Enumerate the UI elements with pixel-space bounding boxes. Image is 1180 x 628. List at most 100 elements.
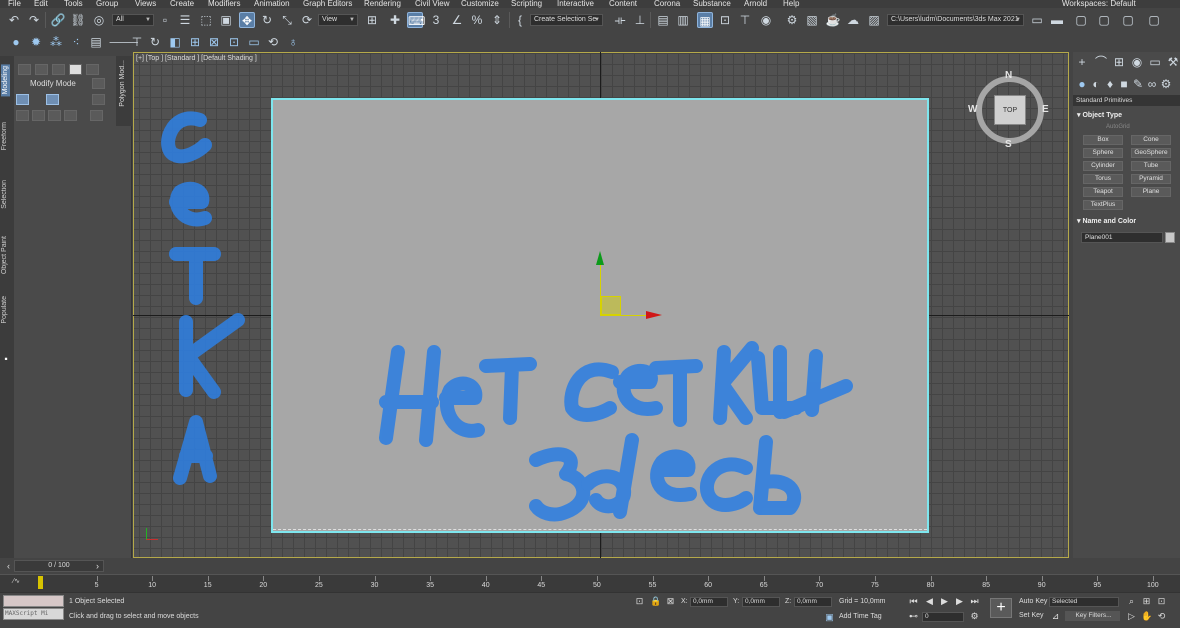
- track-bar-tick-label: 40: [481, 582, 490, 589]
- track-bar[interactable]: [0, 574, 1180, 592]
- textplus-button[interactable]: TextPlus: [1083, 200, 1123, 210]
- z-coord-label: Z:: [785, 598, 792, 605]
- play-icon[interactable]: ▶: [939, 596, 950, 607]
- x-coord-label: X:: [681, 598, 688, 605]
- absolute-mode-icon[interactable]: ⊠: [665, 596, 676, 607]
- track-bar-tick-label: 85: [982, 582, 990, 589]
- time-slider[interactable]: 0 / 100: [14, 560, 104, 572]
- add-time-tag[interactable]: Add Time Tag: [839, 613, 882, 620]
- handwriting-letter-e4: [650, 449, 697, 502]
- handwriting-letter-soft: [753, 435, 802, 515]
- pyramid-button[interactable]: Pyramid: [1131, 174, 1171, 184]
- plane-button[interactable]: Plane: [1131, 187, 1171, 197]
- pan-icon[interactable]: ✋: [1141, 611, 1152, 622]
- key-filters-icon[interactable]: ⊿: [1050, 611, 1061, 622]
- set-key-big-icon[interactable]: +: [990, 598, 1012, 618]
- go-to-start-icon[interactable]: ⏮: [908, 596, 919, 607]
- handwriting-letter-e2: [439, 376, 485, 438]
- auto-key-button[interactable]: Auto Key: [1019, 598, 1047, 605]
- track-bar-tick: [96, 576, 98, 581]
- torus-button[interactable]: Torus: [1083, 174, 1123, 184]
- key-mode-icon[interactable]: ⊷: [908, 611, 919, 622]
- time-slider-row: [0, 558, 1180, 574]
- command-panel-tabs: + ⌒ ⊞ ◉ ▭ ⚒: [1073, 54, 1180, 70]
- maxscript-mini-input[interactable]: MAXScript Mi: [3, 608, 64, 620]
- handwriting-letter-d: [581, 433, 639, 519]
- track-bar-toggle-icon[interactable]: ⁄∿: [13, 577, 20, 585]
- handwriting-letter-k: [179, 313, 245, 399]
- motion-tab-icon[interactable]: ◉: [1129, 54, 1145, 70]
- object-color-swatch[interactable]: [1165, 232, 1175, 243]
- object-name-input[interactable]: Plane001: [1081, 232, 1163, 243]
- zoom-icon[interactable]: ⌕: [1126, 596, 1137, 607]
- key-filters-button[interactable]: Key Filters...: [1065, 611, 1120, 621]
- track-bar-tick-label: 5: [94, 582, 99, 589]
- track-bar-tick-label: 60: [704, 582, 712, 589]
- track-bar-tick-label: 10: [148, 582, 156, 589]
- handwriting-letter-t3: [649, 359, 703, 427]
- create-tab-icon[interactable]: +: [1074, 54, 1090, 70]
- display-tab-icon[interactable]: ▭: [1147, 54, 1163, 70]
- handwriting-letter-t: [169, 247, 221, 305]
- box-button[interactable]: Box: [1083, 135, 1123, 145]
- command-panel: [1073, 52, 1180, 572]
- fov-icon[interactable]: ▷: [1126, 611, 1137, 622]
- sphere-button[interactable]: Sphere: [1083, 148, 1123, 158]
- tube-button[interactable]: Tube: [1131, 161, 1171, 171]
- object-type-header[interactable]: ▾ Object Type: [1077, 111, 1122, 119]
- track-bar-tick: [708, 576, 710, 581]
- x-coord-input[interactable]: 0,0mm: [690, 597, 728, 607]
- track-bar-tick-label: 70: [815, 582, 824, 589]
- key-mode-dropdown[interactable]: Selected: [1049, 597, 1119, 607]
- z-coord-input[interactable]: 0,0mm: [794, 597, 832, 607]
- time-tag-icon[interactable]: ▣: [824, 612, 835, 623]
- time-slider-prev-icon[interactable]: ‹: [3, 561, 14, 572]
- name-and-color-header[interactable]: ▾ Name and Color: [1077, 217, 1136, 225]
- previous-frame-icon[interactable]: ◀: [924, 596, 935, 607]
- handwriting-letter-a: [173, 415, 217, 485]
- time-slider-next-icon[interactable]: ›: [92, 561, 103, 572]
- time-config-icon[interactable]: ⚙: [969, 611, 980, 622]
- track-bar-tick: [374, 576, 376, 581]
- teapot-button[interactable]: Teapot: [1083, 187, 1123, 197]
- maxscript-listener[interactable]: [3, 595, 64, 607]
- hierarchy-tab-icon[interactable]: ⊞: [1111, 54, 1127, 70]
- systems-icon[interactable]: ⚙: [1158, 76, 1174, 92]
- track-bar-tick-label: 90: [1037, 582, 1046, 589]
- track-bar-tick-label: 100: [1147, 582, 1159, 589]
- track-bar-tick: [541, 576, 543, 581]
- modify-tab-icon[interactable]: ⌒: [1093, 54, 1109, 70]
- utilities-tab-icon[interactable]: ⚒: [1165, 54, 1180, 70]
- cylinder-button[interactable]: Cylinder: [1083, 161, 1123, 171]
- next-frame-icon[interactable]: ▶: [954, 596, 965, 607]
- cone-button[interactable]: Cone: [1131, 135, 1171, 145]
- zoom-all-icon[interactable]: ⊞: [1141, 596, 1152, 607]
- track-bar-tick: [763, 576, 765, 581]
- track-bar-tick: [930, 576, 932, 581]
- selection-lock-icon[interactable]: 🔒: [650, 596, 661, 607]
- handwriting-letter-k2: [713, 341, 759, 425]
- isolate-selection-icon[interactable]: ⊡: [634, 596, 645, 607]
- track-bar-tick: [597, 576, 598, 581]
- track-bar-tick: [652, 576, 654, 581]
- track-bar-tick-label: 50: [593, 582, 601, 589]
- track-bar-tick: [152, 576, 154, 581]
- go-to-end-icon[interactable]: ⏭: [969, 596, 980, 607]
- y-coord-input[interactable]: 0,0mm: [742, 597, 780, 607]
- current-frame-input[interactable]: 0: [922, 612, 964, 622]
- set-key-button[interactable]: Set Key: [1019, 612, 1044, 619]
- autogrid-checkbox[interactable]: AutoGrid: [1106, 124, 1130, 130]
- track-bar-tick: [430, 576, 432, 581]
- primitive-category-dropdown[interactable]: Standard Primitives: [1073, 95, 1180, 106]
- zoom-extents-icon[interactable]: ⊡: [1156, 596, 1167, 607]
- name-and-color-label: Name and Color: [1082, 218, 1137, 225]
- current-frame-marker[interactable]: [38, 576, 43, 589]
- track-bar-tick: [319, 576, 320, 581]
- track-bar-tick-label: 65: [759, 582, 768, 589]
- handwriting-letter-e: [169, 181, 212, 227]
- orbit-icon[interactable]: ⟲: [1156, 611, 1167, 622]
- handwriting-letter-n: [379, 345, 441, 447]
- geosphere-button[interactable]: GeoSphere: [1131, 148, 1171, 158]
- track-bar-tick: [986, 576, 988, 581]
- track-bar-tick-label: 35: [426, 582, 434, 589]
